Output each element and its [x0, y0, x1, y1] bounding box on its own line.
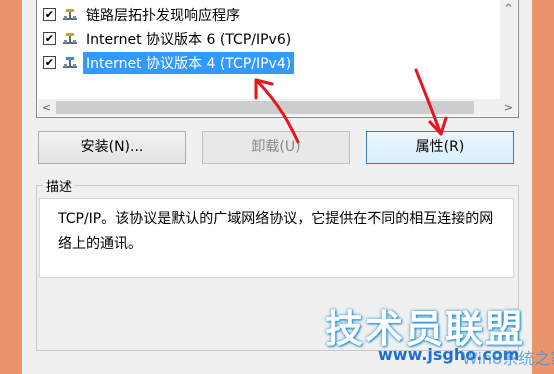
arrow-to-ipv4-icon [254, 78, 300, 144]
arrow-to-properties-icon [414, 68, 448, 136]
watermark-subtitle: Win8系统之家 [462, 349, 554, 368]
